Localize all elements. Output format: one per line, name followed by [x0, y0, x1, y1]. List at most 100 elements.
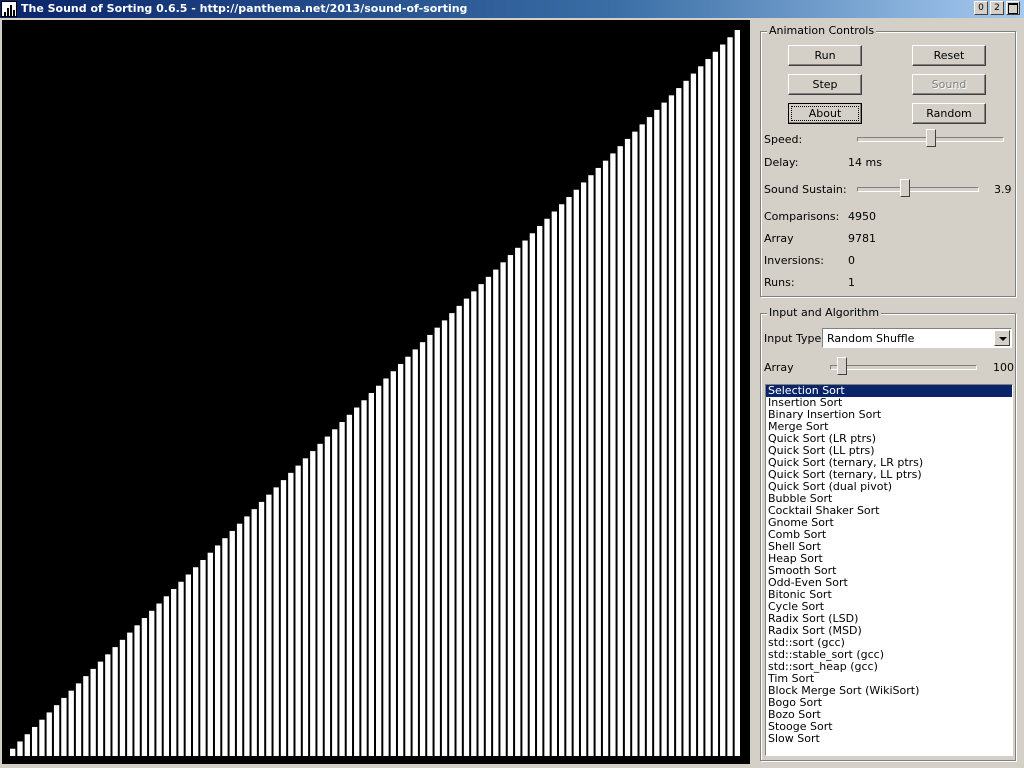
- array-bar: [595, 167, 601, 756]
- speed-slider-thumb[interactable]: [925, 129, 936, 147]
- array-bar: [544, 218, 550, 756]
- array-bar: [119, 639, 126, 756]
- array-bar: [222, 538, 228, 756]
- control-panel: Animation Controls Run Reset Step Sound …: [752, 20, 1022, 765]
- array-bar: [683, 80, 689, 756]
- array-bar: [405, 356, 411, 756]
- input-algorithm-group: Input and Algorithm Input Type: Random S…: [760, 306, 1016, 761]
- array-accesses-label: Array: [764, 232, 794, 245]
- title-bar: The Sound of Sorting 0.6.5 - http://pant…: [0, 0, 1024, 18]
- array-bar: [251, 509, 257, 756]
- sound-sustain-slider[interactable]: [857, 179, 979, 199]
- array-bar: [427, 334, 433, 756]
- algorithm-list[interactable]: Selection Sort Insertion Sort Binary Inser…: [765, 384, 1013, 756]
- array-bar: [588, 175, 594, 756]
- delay-label: Delay:: [764, 156, 799, 169]
- array-bar: [61, 697, 67, 756]
- random-button[interactable]: Random: [912, 103, 986, 124]
- array-bar: [141, 618, 148, 756]
- array-bar: [105, 654, 111, 756]
- array-bar: [244, 516, 250, 756]
- array-bar: [720, 44, 726, 756]
- input-type-select[interactable]: Random Shuffle: [822, 328, 1012, 348]
- array-bar: [171, 589, 177, 756]
- array-bar: [471, 291, 477, 756]
- animation-controls-label: Animation Controls: [767, 24, 877, 37]
- array-bar: [573, 189, 579, 757]
- runs-value: 1: [848, 276, 855, 289]
- array-bar: [185, 574, 191, 756]
- array-bar: [288, 472, 294, 756]
- speed-slider[interactable]: [857, 129, 1004, 149]
- minimize-button[interactable]: 0: [974, 1, 988, 15]
- array-bar: [668, 95, 675, 757]
- array-bar: [339, 422, 345, 756]
- array-bar: [624, 138, 631, 756]
- array-bar: [280, 480, 287, 756]
- array-bar: [646, 117, 653, 757]
- array-bar: [229, 530, 235, 756]
- restore-button[interactable]: 2: [990, 1, 1004, 15]
- array-bar: [127, 632, 133, 756]
- array-bar: [632, 131, 638, 756]
- array-bar: [551, 211, 557, 756]
- array-bar: [317, 443, 323, 756]
- step-button[interactable]: Step: [788, 74, 862, 95]
- array-size-label: Array: [764, 361, 794, 374]
- sound-sustain-slider-thumb[interactable]: [899, 179, 910, 197]
- array-size-slider[interactable]: [830, 357, 977, 377]
- array-bar: [493, 269, 499, 756]
- array-bar: [449, 313, 455, 756]
- about-button[interactable]: About: [788, 103, 862, 124]
- array-bar: [361, 400, 367, 756]
- array-bar: [10, 748, 16, 756]
- array-bar: [258, 501, 265, 756]
- array-bar: [522, 240, 528, 757]
- maximize-button[interactable]: [1006, 1, 1020, 15]
- array-bar: [24, 734, 30, 756]
- array-bar: [507, 255, 514, 756]
- array-bar: [75, 683, 82, 756]
- array-bar: [537, 226, 543, 756]
- comparisons-value: 4950: [848, 210, 876, 223]
- array-bar: [97, 661, 104, 756]
- app-icon[interactable]: [1, 1, 17, 17]
- run-button[interactable]: Run: [788, 45, 862, 66]
- array-visualization: [2, 20, 750, 764]
- array-bar: [17, 741, 23, 756]
- array-bar: [441, 320, 448, 756]
- array-bar: [705, 59, 711, 757]
- array-bar: [207, 552, 213, 756]
- algorithm-list-item[interactable]: Slow Sort: [766, 733, 1012, 745]
- array-bar: [698, 66, 704, 757]
- array-bar: [214, 545, 221, 756]
- array-bar: [332, 429, 338, 756]
- array-bar: [236, 523, 243, 756]
- array-bar: [193, 567, 199, 756]
- array-bar: [434, 327, 440, 756]
- array-size-slider-thumb[interactable]: [836, 357, 847, 375]
- array-bar: [397, 363, 404, 756]
- array-bar: [390, 371, 396, 756]
- sound-button[interactable]: Sound: [912, 74, 986, 95]
- input-algorithm-label: Input and Algorithm: [767, 306, 882, 319]
- array-bar: [46, 712, 52, 756]
- array-bar: [610, 153, 616, 757]
- window-title: The Sound of Sorting 0.6.5 - http://pant…: [21, 2, 468, 15]
- array-bar: [368, 393, 374, 756]
- array-bar: [83, 676, 89, 756]
- reset-button[interactable]: Reset: [912, 45, 986, 66]
- array-bar: [478, 284, 484, 756]
- array-bar: [654, 109, 660, 757]
- array-bar: [602, 160, 609, 756]
- array-bar: [690, 73, 697, 756]
- array-bar: [676, 88, 682, 756]
- array-bar: [134, 625, 140, 756]
- array-bar: [68, 690, 74, 756]
- chevron-down-icon[interactable]: [994, 330, 1010, 346]
- speed-label: Speed:: [764, 133, 803, 146]
- array-bars: [10, 30, 740, 757]
- array-bar: [485, 276, 492, 756]
- array-bar: [500, 262, 506, 756]
- comparisons-label: Comparisons:: [764, 210, 840, 223]
